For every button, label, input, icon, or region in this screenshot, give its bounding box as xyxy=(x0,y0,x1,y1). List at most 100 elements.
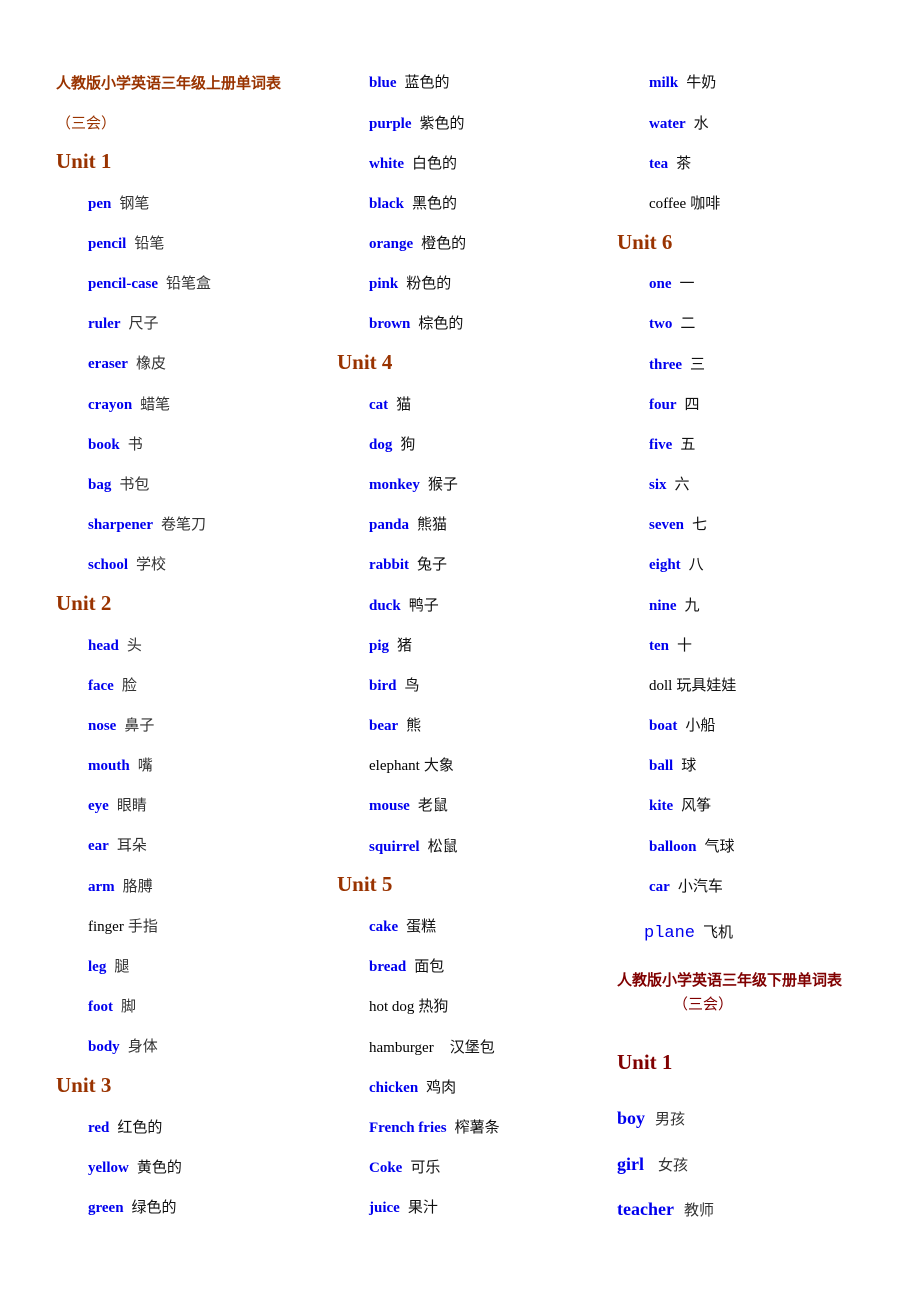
chinese-translation: 蛋糕 xyxy=(406,917,437,935)
chinese-translation: 粉色的 xyxy=(406,274,452,292)
english-word: mouse xyxy=(369,798,410,814)
vocab-entry: orange 橙色的 xyxy=(369,233,466,254)
unit-heading: Unit 3 xyxy=(56,1073,112,1097)
chinese-translation: 绿色的 xyxy=(131,1198,177,1216)
english-word: cat xyxy=(369,397,389,413)
english-word: ruler xyxy=(88,316,121,332)
vocab-entry: pencil-case 铅笔盒 xyxy=(88,273,211,294)
vocab-entry: brown 棕色的 xyxy=(369,313,463,334)
vocab-entry: French fries 榨薯条 xyxy=(369,1117,500,1138)
english-word: pencil-case xyxy=(88,276,158,292)
chinese-translation: 热狗 xyxy=(418,997,449,1015)
english-word: finger xyxy=(88,919,124,935)
english-word: crayon xyxy=(88,397,133,413)
english-word: arm xyxy=(88,879,115,895)
english-word: ear xyxy=(88,838,109,854)
english-word: ball xyxy=(649,758,674,774)
vocab-entry: white 白色的 xyxy=(369,153,457,174)
vocab-entry: pig 猪 xyxy=(369,635,412,656)
chinese-translation: 气球 xyxy=(704,837,735,855)
vocab-entry: blue 蓝色的 xyxy=(369,72,450,93)
vocab-entry: nine 九 xyxy=(649,595,700,616)
vocab-entry: five 五 xyxy=(649,434,695,455)
vocab-entry: juice 果汁 xyxy=(369,1197,438,1218)
chinese-translation: 汉堡包 xyxy=(449,1038,495,1056)
english-word: pencil xyxy=(88,236,127,252)
vocab-entry: sharpener 卷笔刀 xyxy=(88,514,206,535)
vocab-entry: plane 飞机 xyxy=(644,922,733,944)
chinese-translation: 猪 xyxy=(397,636,413,654)
vocab-entry: book 书 xyxy=(88,434,143,455)
vocab-entry: dog 狗 xyxy=(369,434,415,455)
vocab-entry: water 水 xyxy=(649,113,709,134)
vocab-entry: eraser 橡皮 xyxy=(88,353,166,374)
document-subtitle-2: （三会） xyxy=(673,995,734,1013)
document-subtitle: （三会） xyxy=(56,114,117,132)
english-word: doll xyxy=(649,678,673,694)
english-word: six xyxy=(649,477,667,493)
chinese-translation: 狗 xyxy=(400,435,416,453)
vocab-entry: pencil 铅笔 xyxy=(88,233,164,254)
vocab-entry: head 头 xyxy=(88,635,142,656)
chinese-translation: 脚 xyxy=(121,997,137,1015)
vocab-entry: rabbit 兔子 xyxy=(369,554,447,575)
chinese-translation: 书包 xyxy=(119,475,150,493)
chinese-translation: 猴子 xyxy=(427,475,458,493)
vocab-entry: kite 风筝 xyxy=(649,795,711,816)
english-word: teacher xyxy=(617,1199,674,1219)
vocab-entry: boat 小船 xyxy=(649,715,715,736)
english-word: three xyxy=(649,357,683,373)
chinese-translation: 棕色的 xyxy=(418,314,464,332)
english-word: boat xyxy=(649,718,678,734)
chinese-translation: 眼睛 xyxy=(116,796,147,814)
chinese-translation: 兔子 xyxy=(417,555,448,573)
chinese-translation: 咖啡 xyxy=(690,194,721,212)
chinese-translation: 手指 xyxy=(127,917,158,935)
chinese-translation: 蓝色的 xyxy=(404,73,450,91)
vocab-entry: leg 腿 xyxy=(88,956,129,977)
chinese-translation: 面包 xyxy=(414,957,445,975)
chinese-translation: 水 xyxy=(693,114,709,132)
chinese-translation: 橡皮 xyxy=(135,354,166,372)
chinese-translation: 三 xyxy=(690,355,706,373)
chinese-translation: 熊猫 xyxy=(417,515,448,533)
english-word: balloon xyxy=(649,839,697,855)
vocab-entry: boy 男孩 xyxy=(617,1108,685,1129)
english-word: bear xyxy=(369,718,399,734)
english-word: French fries xyxy=(369,1120,447,1136)
chinese-translation: 玩具娃娃 xyxy=(676,676,737,694)
chinese-translation: 黑色的 xyxy=(412,194,458,212)
chinese-translation: 铅笔盒 xyxy=(165,274,211,292)
vocab-entry: four 四 xyxy=(649,394,700,415)
unit-heading: Unit 4 xyxy=(337,350,393,374)
vocab-entry: ten 十 xyxy=(649,635,692,656)
english-word: tea xyxy=(649,156,669,172)
chinese-translation: 茶 xyxy=(676,154,692,172)
chinese-translation: 头 xyxy=(126,636,142,654)
chinese-translation: 球 xyxy=(681,756,697,774)
vocab-entry: cat 猫 xyxy=(369,394,411,415)
chinese-translation: 教师 xyxy=(683,1201,714,1219)
chinese-translation: 鸡肉 xyxy=(426,1078,457,1096)
chinese-translation: 八 xyxy=(688,555,704,573)
document-title: 人教版小学英语三年级上册单词表 xyxy=(56,74,282,92)
chinese-translation: 胳膊 xyxy=(122,877,153,895)
vocab-entry: school 学校 xyxy=(88,554,166,575)
english-word: monkey xyxy=(369,477,420,493)
english-word: girl xyxy=(617,1154,644,1174)
english-word: nose xyxy=(88,718,117,734)
chinese-translation: 飞机 xyxy=(703,923,734,941)
chinese-translation: 红色的 xyxy=(117,1118,163,1136)
vocab-entry: Coke 可乐 xyxy=(369,1157,440,1178)
english-word: foot xyxy=(88,999,113,1015)
english-word: nine xyxy=(649,598,677,614)
chinese-translation: 尺子 xyxy=(128,314,159,332)
chinese-translation: 卷笔刀 xyxy=(161,515,207,533)
chinese-translation: 老鼠 xyxy=(417,796,448,814)
vocab-entry: body 身体 xyxy=(88,1036,158,1057)
english-word: bag xyxy=(88,477,112,493)
vocab-entry: purple 紫色的 xyxy=(369,113,465,134)
chinese-translation: 鸭子 xyxy=(408,596,439,614)
english-word: elephant xyxy=(369,758,420,774)
english-word: sharpener xyxy=(88,517,153,533)
